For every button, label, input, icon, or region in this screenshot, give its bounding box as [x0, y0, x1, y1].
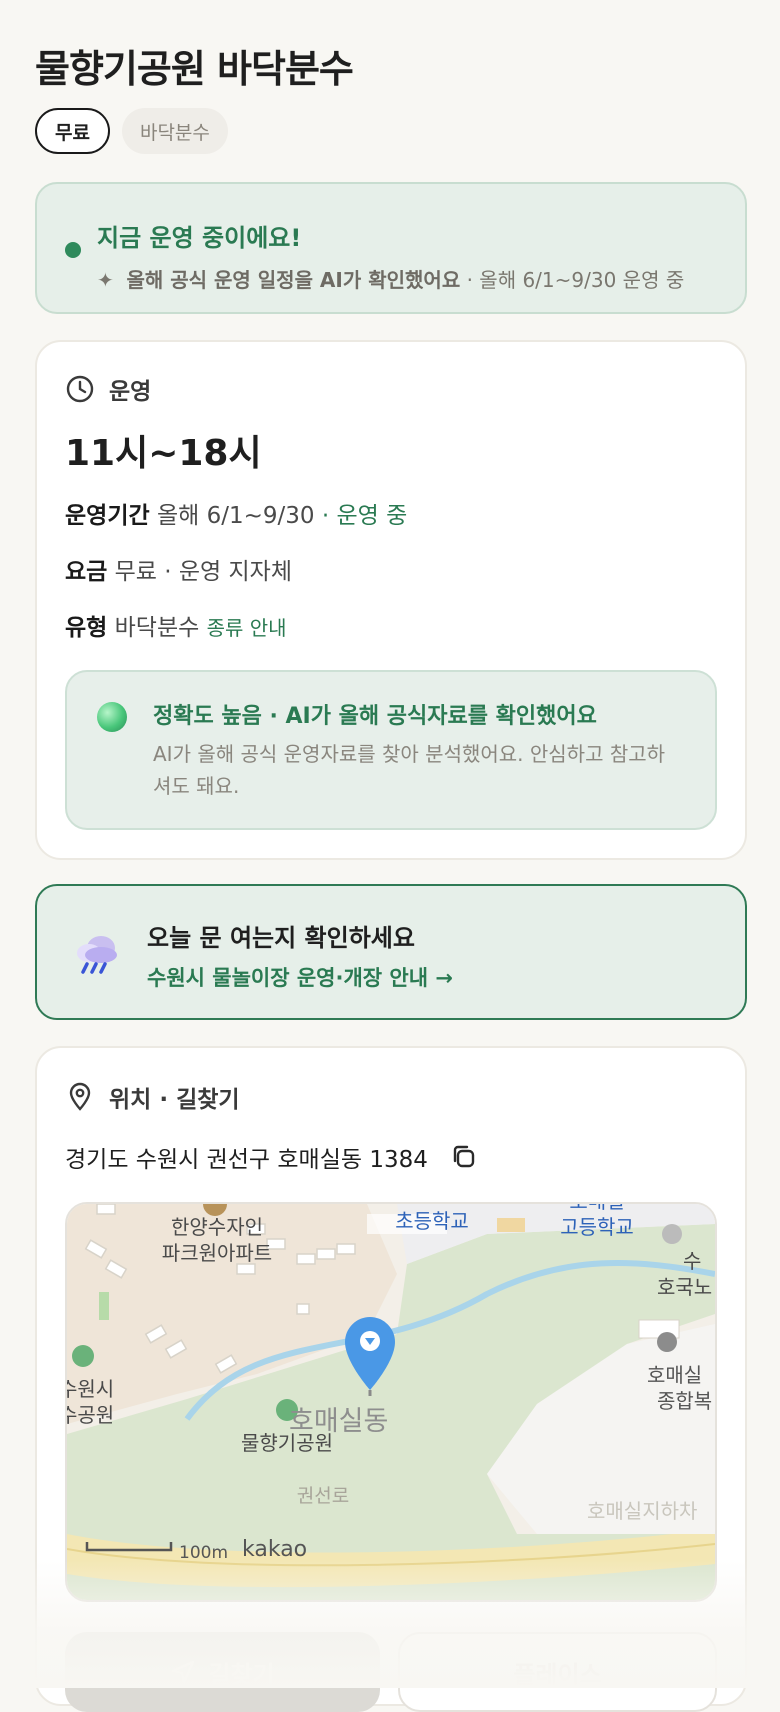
fee-value: 무료 · 운영 지자체	[114, 559, 293, 585]
map-label-park: 물향기공원	[241, 1431, 333, 1455]
status-dot	[65, 242, 81, 258]
status-ai-note: 올해 공식 운영 일정을 AI가 확인했어요	[126, 268, 461, 292]
map-brand-logo: kakao	[242, 1537, 307, 1562]
directions-label: 길찾기	[208, 1660, 275, 1689]
location-header: 위치 · 길찾기	[65, 1080, 240, 1114]
directions-button[interactable]: 길찾기	[65, 1632, 380, 1712]
location-pin-icon	[69, 1082, 91, 1111]
place-label: 플레이스	[513, 1660, 602, 1689]
map-label-right2: 호국노	[657, 1275, 712, 1299]
period-status: · 운영 중	[321, 503, 408, 529]
status-subline: ✦ 올해 공식 운영 일정을 AI가 확인했어요 · 올해 6/1~9/30 운…	[97, 264, 684, 293]
period-label: 운영기간	[65, 503, 150, 529]
map-label-apt2: 파크원아파트	[162, 1241, 272, 1265]
map-label-school2a: 호매실	[569, 1204, 624, 1213]
period-value: 올해 6/1~9/30	[156, 503, 315, 529]
period-row: 운영기간 올해 6/1~9/30 · 운영 중	[65, 496, 407, 530]
open-check-notice[interactable]: 오늘 문 여는지 확인하세요 수원시 물놀이장 운영·개장 안내 →	[35, 884, 747, 1020]
fee-row: 요금 무료 · 운영 지자체	[65, 552, 292, 586]
type-guide-link[interactable]: 종류 안내	[207, 616, 287, 640]
map-label-right3: 호매실	[647, 1363, 702, 1387]
chip-type[interactable]: 바닥분수	[121, 108, 228, 154]
address-row: 경기도 수원시 권선구 호매실동 1384	[65, 1140, 478, 1174]
map-scale-label: 100m	[179, 1543, 228, 1563]
location-label: 위치 · 길찾기	[109, 1087, 240, 1113]
copy-icon[interactable]	[450, 1143, 478, 1171]
map-label-road: 권선로	[297, 1485, 349, 1507]
map-label-right1: 수	[683, 1249, 701, 1273]
operation-card: 운영 11시~18시 운영기간 올해 6/1~9/30 · 운영 중 요금 무료…	[35, 340, 747, 860]
notice-title: 오늘 문 여는지 확인하세요	[147, 924, 415, 952]
sparkle-icon: ✦	[97, 268, 114, 292]
fee-label: 요금	[65, 559, 108, 585]
status-banner: 지금 운영 중이에요! ✦ 올해 공식 운영 일정을 AI가 확인했어요 · 올…	[35, 182, 747, 314]
type-value: 바닥분수	[114, 615, 200, 641]
tag-chips: 무료 바닥분수	[35, 108, 228, 154]
accuracy-box: 정확도 높음 · AI가 올해 공식자료를 확인했어요 AI가 올해 공식 운영…	[65, 670, 717, 830]
map-label-right4: 종합복	[657, 1389, 712, 1413]
operating-hours: 11시~18시	[65, 433, 262, 474]
ai-orb-icon	[97, 702, 127, 732]
type-row: 유형 바닥분수 종류 안내	[65, 608, 287, 642]
accuracy-description: AI가 올해 공식 운영자료를 찾아 분석했어요. 안심하고 참고하셔도 돼요.	[153, 742, 666, 798]
map-canvas: 한양수자인 파크원아파트 초등학교 호매실 고등학교 수 호국노 호매실 종합복…	[67, 1204, 715, 1600]
rain-cloud-icon	[77, 936, 117, 974]
operation-label: 운영	[109, 379, 152, 405]
place-button[interactable]: 플레이스	[398, 1632, 717, 1712]
type-label: 유형	[65, 615, 108, 641]
location-card: 위치 · 길찾기 경기도 수원시 권선구 호매실동 1384 한양수자인 파크원…	[35, 1046, 747, 1712]
map-label-school2b: 고등학교	[560, 1215, 634, 1239]
map-view[interactable]: 한양수자인 파크원아파트 초등학교 호매실 고등학교 수 호국노 호매실 종합복…	[65, 1202, 717, 1602]
status-headline: 지금 운영 중이에요!	[97, 224, 302, 252]
map-label-left1: 수원시	[67, 1377, 114, 1401]
page-title: 물향기공원 바닥분수	[35, 47, 354, 91]
address-text: 경기도 수원시 권선구 호매실동 1384	[65, 1147, 428, 1173]
accuracy-title: 정확도 높음 · AI가 올해 공식자료를 확인했어요	[153, 704, 597, 729]
status-period-note: · 올해 6/1~9/30 운영 중	[466, 268, 685, 292]
notice-link[interactable]: 수원시 물놀이장 운영·개장 안내 →	[147, 962, 453, 992]
navigation-arrow-icon	[172, 1660, 195, 1684]
map-label-apt: 한양수자인	[171, 1215, 263, 1239]
map-label-left2: 수공원	[67, 1403, 114, 1427]
map-label-station: 호매실지하차	[587, 1499, 697, 1523]
chip-free[interactable]: 무료	[35, 108, 110, 154]
action-buttons: 길찾기 플레이스	[65, 1632, 717, 1712]
map-label-school1: 초등학교	[395, 1209, 469, 1233]
operation-header: 운영	[65, 372, 151, 406]
clock-icon	[66, 375, 94, 403]
